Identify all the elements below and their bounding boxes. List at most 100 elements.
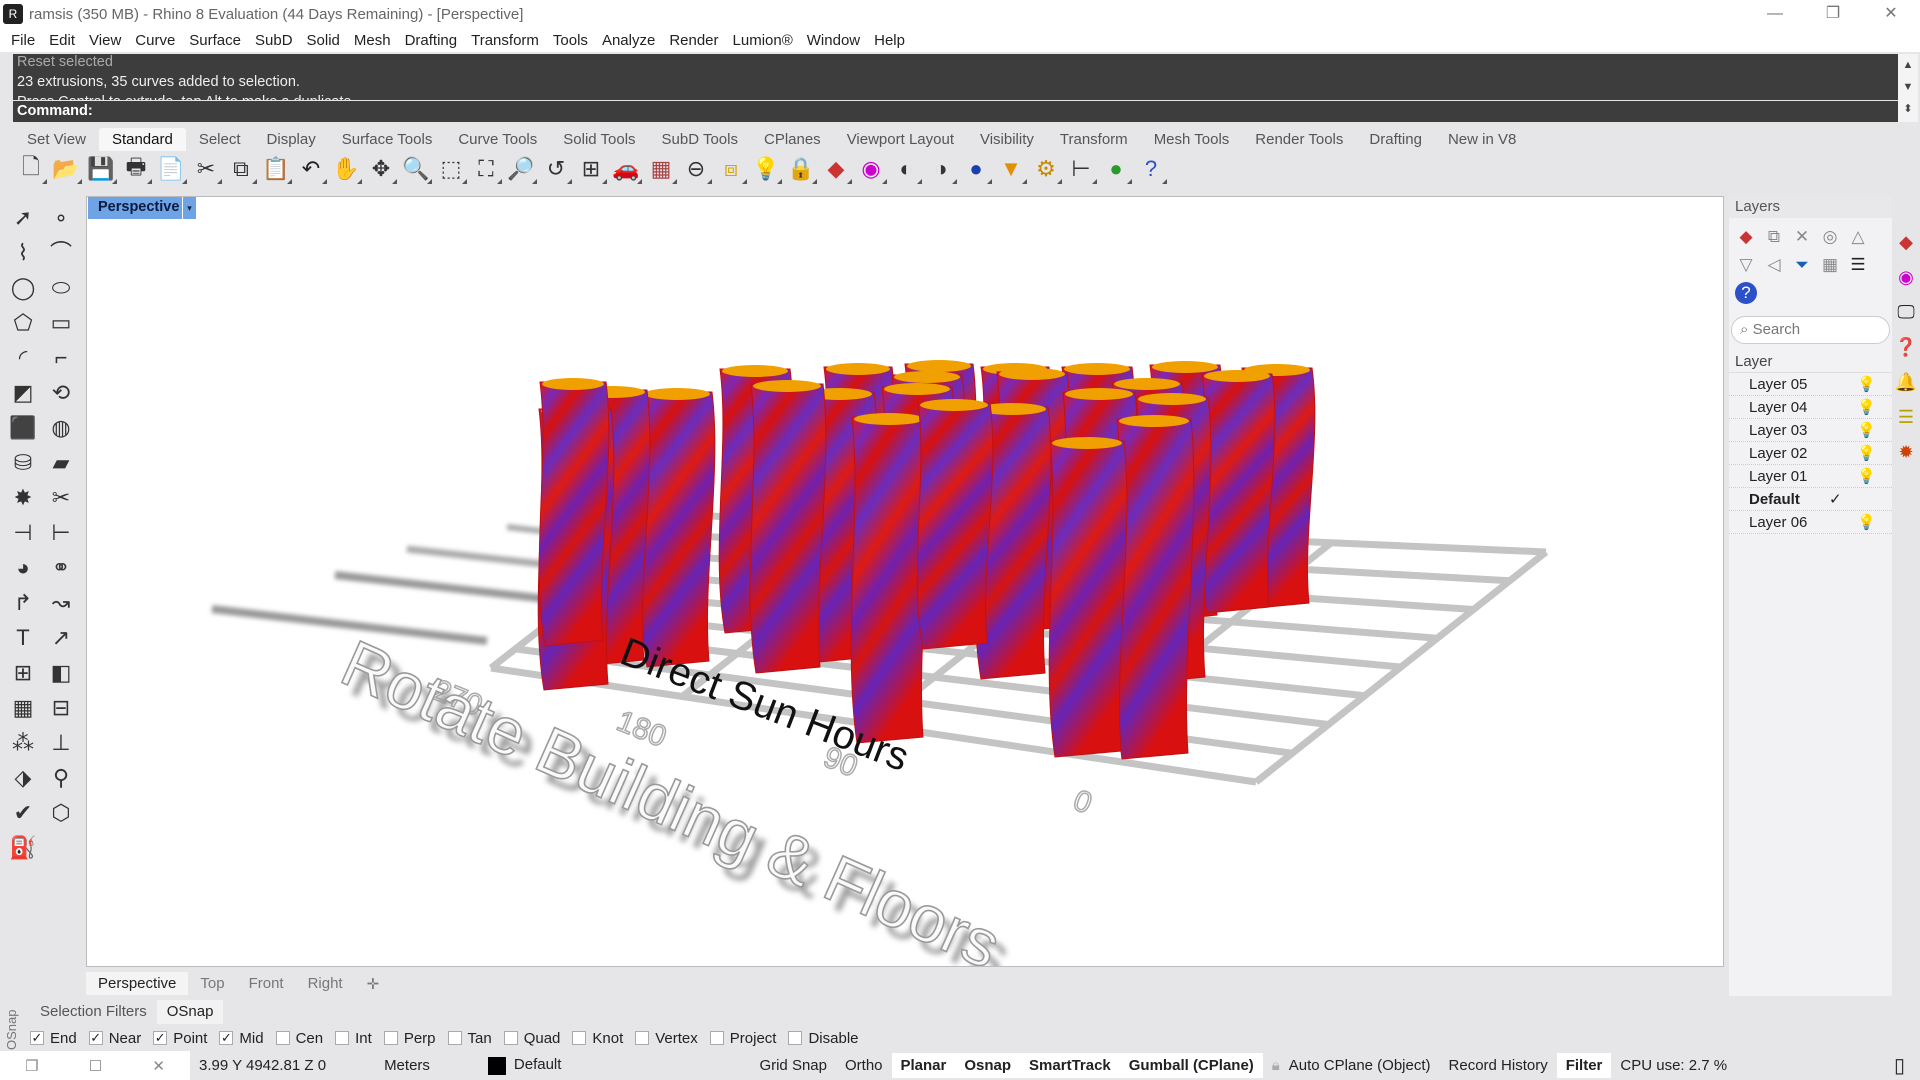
tab-osnap[interactable]: OSnap — [156, 1000, 224, 1024]
twisted-tower[interactable] — [749, 383, 827, 674]
menu-window[interactable]: Window — [800, 32, 867, 49]
rectangle-icon[interactable]: ▭ — [44, 307, 78, 342]
open-folder-icon[interactable]: 📂 — [51, 154, 82, 184]
layer-visible-bulb-icon[interactable]: 💡 — [1857, 421, 1876, 439]
layer-row[interactable]: Layer 04 💡 — [1729, 396, 1892, 419]
tab-surface-tools[interactable]: Surface Tools — [329, 128, 446, 151]
zoom-extents-icon[interactable]: ⛶ — [471, 154, 502, 184]
checkbox[interactable]: ✓ — [219, 1031, 234, 1045]
undo-view-icon[interactable]: ↺ — [541, 154, 572, 184]
tab-selection-filters[interactable]: Selection Filters — [30, 1000, 157, 1024]
explode-icon[interactable]: ✸ — [6, 482, 40, 517]
help-icon[interactable]: ? — [1136, 154, 1167, 184]
split-icon[interactable]: ✂ — [44, 482, 78, 517]
mirror-icon[interactable]: ◧ — [44, 657, 78, 692]
osnap-vertex[interactable]: Vertex — [635, 1030, 698, 1047]
circle-icon[interactable]: ◯ — [6, 272, 40, 307]
grid-icon[interactable]: ▦ — [646, 154, 677, 184]
tab-cplanes[interactable]: CPlanes — [751, 128, 834, 151]
check-icon[interactable]: ✔ — [6, 797, 40, 832]
ortho-toggle[interactable]: Ortho — [836, 1057, 892, 1074]
four-viewports-icon[interactable]: ⊞ — [576, 154, 607, 184]
cplane-icon[interactable]: ⊖ — [681, 154, 712, 184]
twisted-tower[interactable] — [1115, 418, 1195, 760]
extend-icon[interactable]: ⊢ — [44, 517, 78, 552]
tab-mesh-tools[interactable]: Mesh Tools — [1141, 128, 1243, 151]
layer-filter-icon[interactable]: ◎ — [1819, 226, 1841, 248]
menu-icon[interactable]: ☰ — [1847, 254, 1869, 276]
checkbox[interactable] — [572, 1031, 587, 1045]
move-up-icon[interactable]: △ — [1847, 226, 1869, 248]
checkbox[interactable] — [447, 1031, 462, 1045]
layer-visible-bulb-icon[interactable]: 💡 — [1857, 444, 1876, 462]
grid-array-icon[interactable]: ⁂ — [6, 727, 40, 762]
osnap-tan[interactable]: Tan — [447, 1030, 492, 1047]
panel-toggle-icon[interactable]: ▯ — [1885, 1053, 1914, 1078]
checkbox[interactable] — [335, 1031, 350, 1045]
tab-drafting[interactable]: Drafting — [1356, 128, 1435, 151]
tab-subd-tools[interactable]: SubD Tools — [649, 128, 751, 151]
osnap-int[interactable]: Int — [335, 1030, 372, 1047]
analyze-icon[interactable]: ⬗ — [6, 762, 40, 797]
monitor-tab-icon[interactable]: 🖵 — [1897, 302, 1914, 323]
revolve-icon[interactable]: ⟲ — [44, 377, 78, 412]
undo-icon[interactable]: ↶ — [296, 154, 327, 184]
dimension-icon[interactable]: ⊢ — [1066, 154, 1097, 184]
osnap-mid[interactable]: ✓ Mid — [219, 1030, 264, 1047]
new-layer-icon[interactable]: ◆ — [1735, 226, 1757, 248]
filter-toggle[interactable]: Filter — [1556, 1053, 1612, 1078]
layer-row[interactable]: Default ✓ — [1729, 488, 1892, 511]
dimension-icon[interactable]: ↗ — [44, 622, 78, 657]
box-icon[interactable]: ⬛ — [6, 412, 40, 447]
grasshopper-icon[interactable]: ● — [1101, 154, 1132, 184]
checkbox[interactable]: ✓ — [30, 1031, 44, 1045]
ellipse-icon[interactable]: ⬭ — [44, 272, 78, 307]
command-scrollbar[interactable]: ▲ ▼ ⬍ — [1898, 54, 1918, 122]
layer-row[interactable]: Layer 06 💡 — [1729, 511, 1892, 534]
smarttrack-toggle[interactable]: SmartTrack — [1020, 1053, 1120, 1078]
lock-icon[interactable]: 🔒 — [786, 154, 817, 184]
planar-toggle[interactable]: Planar — [891, 1053, 956, 1078]
viewport-menu-arrow-icon[interactable]: ▾ — [182, 197, 196, 219]
osnap-perp[interactable]: Perp — [383, 1030, 436, 1047]
display-tab-icon[interactable]: ◉ — [1898, 267, 1914, 288]
list-tab-icon[interactable]: ☰ — [1898, 407, 1914, 428]
command-input[interactable]: Command: — [13, 101, 1898, 122]
menu-curve[interactable]: Curve — [128, 32, 182, 49]
tab-set-view[interactable]: Set View — [14, 128, 99, 151]
help-icon[interactable]: ? — [1735, 282, 1757, 304]
menu-transform[interactable]: Transform — [464, 32, 546, 49]
checkbox[interactable]: ✓ — [153, 1031, 168, 1045]
zoom-selected-icon[interactable]: 🔎 — [506, 154, 537, 184]
table-icon[interactable]: ▦ — [1819, 254, 1841, 276]
rotate-view-icon[interactable]: ✥ — [366, 154, 397, 184]
osnap-cen[interactable]: Cen — [275, 1030, 323, 1047]
boolean-union-icon[interactable]: ◕ — [6, 552, 40, 587]
car-icon[interactable]: 🚗 — [611, 154, 642, 184]
close-button[interactable]: ✕ — [1862, 0, 1920, 28]
tab-solid-tools[interactable]: Solid Tools — [550, 128, 648, 151]
tab-new-in-v8[interactable]: New in V8 — [1435, 128, 1529, 151]
layer-row[interactable]: Layer 03 💡 — [1729, 419, 1892, 442]
pan-hand-icon[interactable]: ✋ — [331, 154, 362, 184]
menu-help[interactable]: Help — [867, 32, 912, 49]
gumball-toggle[interactable]: Gumball (CPlane) — [1119, 1053, 1263, 1078]
checkbox[interactable] — [275, 1031, 290, 1045]
checkbox[interactable]: ✓ — [88, 1031, 103, 1045]
viewport-tab-front[interactable]: Front — [237, 972, 296, 995]
transform-icon[interactable]: ⚲ — [44, 762, 78, 797]
auto-cplane-toggle[interactable]: Auto CPlane (Object) — [1289, 1057, 1440, 1074]
twisted-tower[interactable] — [640, 391, 716, 668]
layout-icon[interactable]: ⊟ — [44, 692, 78, 727]
object-snap-icon[interactable]: ⧈ — [716, 154, 747, 184]
polyline-icon[interactable]: ⌇ — [6, 237, 40, 272]
osnap-near[interactable]: ✓ Near — [88, 1030, 141, 1047]
mesh-icon[interactable]: ⬡ — [44, 797, 78, 832]
tab-curve-tools[interactable]: Curve Tools — [445, 128, 550, 151]
twisted-tower[interactable] — [1048, 440, 1128, 758]
add-viewport-icon[interactable]: ✛ — [355, 972, 392, 996]
zoom-window-icon[interactable]: ⬚ — [436, 154, 467, 184]
sun-tab-icon[interactable]: ✹ — [1898, 442, 1913, 463]
tab-transform[interactable]: Transform — [1047, 128, 1141, 151]
restore-button[interactable]: ❐ — [1804, 0, 1862, 28]
